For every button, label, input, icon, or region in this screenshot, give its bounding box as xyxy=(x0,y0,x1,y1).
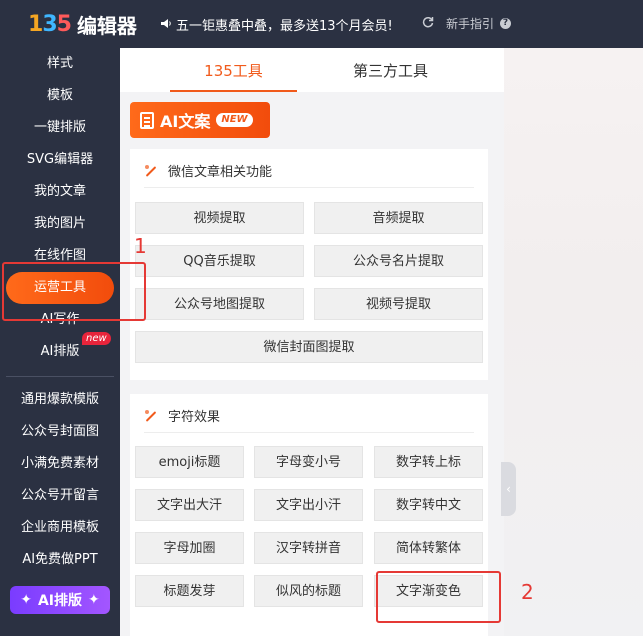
logo[interactable]: 135 编辑器 xyxy=(28,10,137,38)
tool-button[interactable]: 文字出小汗 xyxy=(254,489,363,521)
sidebar-item-label: AI免费做PPT xyxy=(22,552,98,567)
sidebar-item-free-materials[interactable]: 小满免费素材 xyxy=(0,448,120,480)
new-badge: NEW xyxy=(216,113,253,127)
section-divider xyxy=(144,187,474,188)
logo-mark-digit: 1 xyxy=(28,11,43,37)
sidebar-item-label: 一键排版 xyxy=(33,120,86,135)
logo-text: 编辑器 xyxy=(76,13,137,38)
guide-text: 新手指引 xyxy=(445,17,494,31)
sidebar-item-label: 模板 xyxy=(46,88,73,103)
logo-mark-digit: 3 xyxy=(42,11,57,37)
sidebar-item-label: 小满免费素材 xyxy=(20,456,99,471)
annotation-box-2 xyxy=(376,571,501,623)
magic-wand-icon xyxy=(144,409,158,423)
question-icon: ? xyxy=(500,18,511,29)
sidebar-item-ai-layout[interactable]: AI排版 new xyxy=(0,332,120,368)
sidebar-item-commercial-templates[interactable]: 企业商用模板 xyxy=(0,512,120,544)
top-bar: 135 编辑器 五一钜惠叠中叠，最多送13个月会员! 新手指引 ? xyxy=(0,0,643,48)
tool-button[interactable]: 视频提取 xyxy=(135,202,304,234)
annotation-number-1: 1 xyxy=(134,234,147,258)
document-icon xyxy=(140,111,154,129)
promo-text: 五一钜惠叠中叠，最多送13个月会员! xyxy=(176,19,393,34)
section-title: 字符效果 xyxy=(144,406,220,425)
tab-bar: 135工具 第三方工具 xyxy=(120,48,504,93)
sidebar-item-label: AI排版 xyxy=(40,344,80,359)
sparkle-icon: ✦ xyxy=(20,592,32,608)
refresh-icon xyxy=(422,16,434,31)
sidebar-item-label: 企业商用模板 xyxy=(20,520,99,535)
sidebar-item-ai-ppt[interactable]: AI免费做PPT xyxy=(0,544,120,576)
speaker-icon xyxy=(160,18,172,32)
tool-button[interactable]: 字母加圈 xyxy=(135,532,244,564)
sidebar-item-label: 公众号封面图 xyxy=(20,424,99,439)
annotation-box-1 xyxy=(2,262,146,321)
sidebar-item-label: 我的文章 xyxy=(33,184,86,199)
tool-button[interactable]: 简体转繁体 xyxy=(374,532,483,564)
sidebar-item-my-articles[interactable]: 我的文章 xyxy=(0,176,120,208)
ai-layout-button[interactable]: ✦ AI排版 ✦ xyxy=(10,586,110,614)
sidebar-item-label: 样式 xyxy=(46,56,73,71)
section-wechat-article: 微信文章相关功能 视频提取 音频提取 QQ音乐提取 公众号名片提取 公众号地图提… xyxy=(130,149,488,380)
magic-wand-icon xyxy=(144,164,158,178)
tool-button[interactable]: 视频号提取 xyxy=(314,288,483,320)
tool-button[interactable]: 文字出大汗 xyxy=(135,489,244,521)
new-badge: new xyxy=(82,332,111,345)
sidebar-item-label: 在线作图 xyxy=(33,248,86,263)
sidebar-divider xyxy=(6,376,114,377)
tool-button[interactable]: 微信封面图提取 xyxy=(135,331,483,363)
tools-panel: 135工具 第三方工具 AI文案 NEW 微信文章相关功能 视频提取 音频提取 … xyxy=(120,48,504,636)
tool-button[interactable]: QQ音乐提取 xyxy=(135,245,304,277)
tool-button[interactable]: 公众号地图提取 xyxy=(135,288,304,320)
tool-button[interactable]: 汉字转拼音 xyxy=(254,532,363,564)
sidebar-item-cover-image[interactable]: 公众号封面图 xyxy=(0,416,120,448)
section-title: 微信文章相关功能 xyxy=(144,161,272,180)
section-divider xyxy=(144,432,474,433)
section-title-text: 微信文章相关功能 xyxy=(168,165,273,180)
section-title-text: 字符效果 xyxy=(168,410,221,425)
sidebar-item-svg-editor[interactable]: SVG编辑器 xyxy=(0,144,120,176)
sidebar-item-popular-templates[interactable]: 通用爆款模版 xyxy=(0,384,120,416)
sidebar-item-label: 公众号开留言 xyxy=(20,488,99,503)
tab-135-tools[interactable]: 135工具 xyxy=(170,48,297,92)
tool-button[interactable]: 数字转中文 xyxy=(374,489,483,521)
chevron-left-icon: ‹ xyxy=(506,482,511,496)
sidebar-item-styles[interactable]: 样式 xyxy=(0,48,120,80)
sidebar-item-label: 我的图片 xyxy=(33,216,86,231)
sidebar-item-my-images[interactable]: 我的图片 xyxy=(0,208,120,240)
ai-copy-button[interactable]: AI文案 NEW xyxy=(130,102,270,138)
tool-button[interactable]: emoji标题 xyxy=(135,446,244,478)
tool-button[interactable]: 音频提取 xyxy=(314,202,483,234)
sidebar-item-label: SVG编辑器 xyxy=(26,152,94,167)
collapse-panel-handle[interactable]: ‹ xyxy=(501,462,516,516)
guide-link[interactable]: 新手指引 ? xyxy=(422,15,511,32)
sidebar-item-open-comments[interactable]: 公众号开留言 xyxy=(0,480,120,512)
promo-banner[interactable]: 五一钜惠叠中叠，最多送13个月会员! xyxy=(160,15,393,34)
sparkle-icon: ✦ xyxy=(88,592,100,608)
logo-mark: 135 xyxy=(28,11,72,37)
logo-mark-digit: 5 xyxy=(56,11,72,37)
sidebar-item-templates[interactable]: 模板 xyxy=(0,80,120,112)
tool-button[interactable]: 公众号名片提取 xyxy=(314,245,483,277)
canvas-area xyxy=(504,48,643,636)
annotation-number-2: 2 xyxy=(521,580,534,604)
tool-button[interactable]: 字母变小号 xyxy=(254,446,363,478)
tool-button[interactable]: 数字转上标 xyxy=(374,446,483,478)
tool-button[interactable]: 似风的标题 xyxy=(254,575,363,607)
tab-third-party-tools[interactable]: 第三方工具 xyxy=(327,48,454,92)
sidebar-item-label: 通用爆款模版 xyxy=(20,392,99,407)
ai-layout-button-label: AI排版 xyxy=(37,593,83,609)
tool-button[interactable]: 标题发芽 xyxy=(135,575,244,607)
sidebar-item-one-click-layout[interactable]: 一键排版 xyxy=(0,112,120,144)
ai-copy-label: AI文案 xyxy=(160,112,211,131)
sidebar: 样式 模板 一键排版 SVG编辑器 我的文章 我的图片 在线作图 运营工具 AI… xyxy=(0,48,120,636)
